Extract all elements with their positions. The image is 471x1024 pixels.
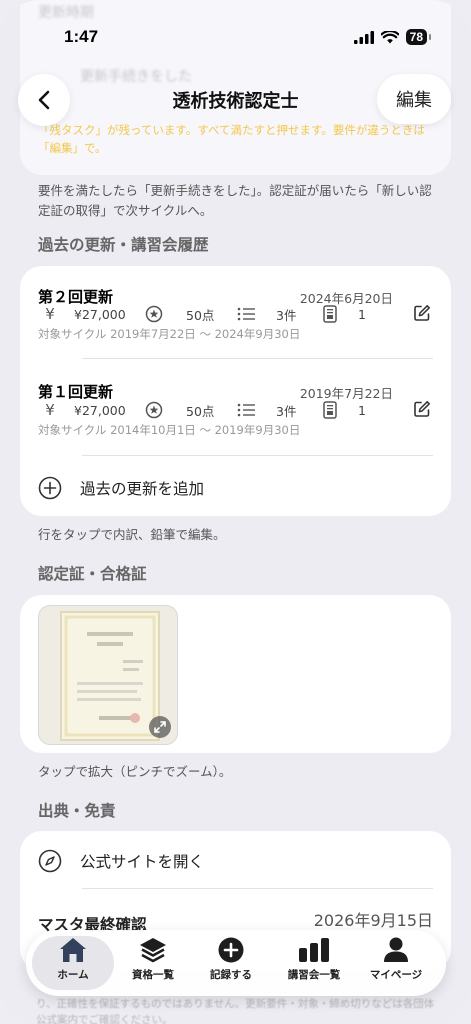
tab-seminars[interactable]: 講習会一覧 (276, 936, 352, 990)
source-section-title: 出典・免責 (38, 802, 116, 820)
tab-label: ホーム (57, 969, 89, 981)
add-history-label: 過去の更新を追加 (80, 480, 205, 498)
divider (82, 888, 433, 889)
plus-circle-icon (218, 937, 244, 963)
star-circle-icon (144, 304, 164, 324)
history-footnote: 行をタップで内訳、鉛筆で編集。 (38, 527, 226, 542)
wifi-icon (380, 30, 399, 43)
record-items: 3件 (276, 403, 297, 419)
open-site-button[interactable]: 公式サイトを開く (38, 849, 204, 873)
record-stats: ¥ ¥27,000 50点 3件 1 (40, 400, 366, 420)
expand-icon[interactable] (149, 716, 171, 738)
document-icon (320, 400, 340, 420)
bar-chart-icon (299, 938, 329, 962)
yen-icon: ¥ (45, 401, 55, 419)
record-cycle: 対象サイクル 2019年7月22日 〜 2024年9月30日 (38, 327, 301, 341)
certificate-footnote: タップで拡大（ピンチでズーム）。 (38, 764, 232, 779)
record-docs: 1 (358, 402, 366, 418)
edit-button[interactable]: 編集 (377, 74, 451, 124)
list-icon (236, 304, 256, 324)
yen-icon: ¥ (45, 305, 55, 323)
record-fee: ¥27,000 (74, 402, 126, 418)
record-docs: 1 (358, 306, 366, 322)
master-date: 2026年9月15日 (313, 911, 433, 930)
list-icon (236, 400, 256, 420)
status-icons: 78 (353, 29, 431, 45)
tab-bar: ホーム 資格一覧 記録する 講習会一覧 マイページ (26, 930, 446, 996)
disclaimer-ghost: り、正確性を保証するものではありません。更新要件・対象・締め切りなどは各団体公式… (36, 998, 435, 1024)
plus-circle-icon (38, 476, 62, 500)
ghost-section: 更新時期 (38, 5, 94, 21)
add-history-button[interactable]: 過去の更新を追加 (38, 476, 204, 500)
tab-mypage[interactable]: マイページ (358, 936, 434, 990)
warning-text: 「残タスク」が残っています。すべて満たすと押せます。要件が違うときは「編集」で。 (38, 123, 425, 155)
tab-record[interactable]: 記録する (193, 936, 269, 990)
star-circle-icon (144, 400, 164, 420)
document-icon (320, 304, 340, 324)
tab-certifications[interactable]: 資格一覧 (115, 936, 191, 990)
record-cycle: 対象サイクル 2014年10月1日 〜 2019年9月30日 (38, 423, 301, 437)
record-points: 50点 (186, 307, 215, 323)
record-title: 第１回更新 (38, 383, 114, 401)
record-points: 50点 (186, 403, 215, 419)
tab-home[interactable]: ホーム (32, 936, 114, 990)
pencil-edit-icon[interactable] (413, 304, 431, 322)
person-icon (384, 937, 408, 962)
tab-label: 資格一覧 (132, 969, 174, 981)
divider (82, 455, 433, 456)
record-items: 3件 (276, 307, 297, 323)
tab-label: 記録する (210, 969, 252, 981)
certificate-card (20, 595, 451, 753)
ghost-row: 更新手続きをした (80, 69, 192, 85)
open-site-label: 公式サイトを開く (80, 853, 205, 871)
certificate-image[interactable] (38, 605, 178, 745)
signal-icon (353, 30, 374, 44)
tab-label: マイページ (369, 969, 423, 981)
status-time: 1:47 (64, 27, 99, 46)
tab-label: 講習会一覧 (287, 969, 341, 981)
certificate-section-title: 認定証・合格証 (38, 565, 147, 583)
history-card: 第２回更新 2024年6月20日 ¥ ¥27,000 50点 3件 1 対象サイ… (20, 266, 451, 516)
compass-icon (38, 849, 62, 873)
divider (82, 358, 433, 359)
battery-level: 78 (405, 29, 427, 45)
battery-tip (429, 34, 431, 40)
home-icon (60, 938, 86, 962)
record-fee: ¥27,000 (74, 306, 126, 322)
top-note: 要件を満たしたら「更新手続きをした」。認定証が届いたら「新しい認定証の取得」で次… (38, 183, 432, 218)
pencil-edit-icon[interactable] (413, 400, 431, 418)
history-section-title: 過去の更新・講習会履歴 (38, 236, 209, 254)
record-stats: ¥ ¥27,000 50点 3件 1 (40, 304, 366, 324)
screen: 更新時期 更新手続きをした 「残タスク」が残っています。すべて満たすと押せます。… (0, 0, 471, 1024)
layers-icon (140, 938, 166, 963)
